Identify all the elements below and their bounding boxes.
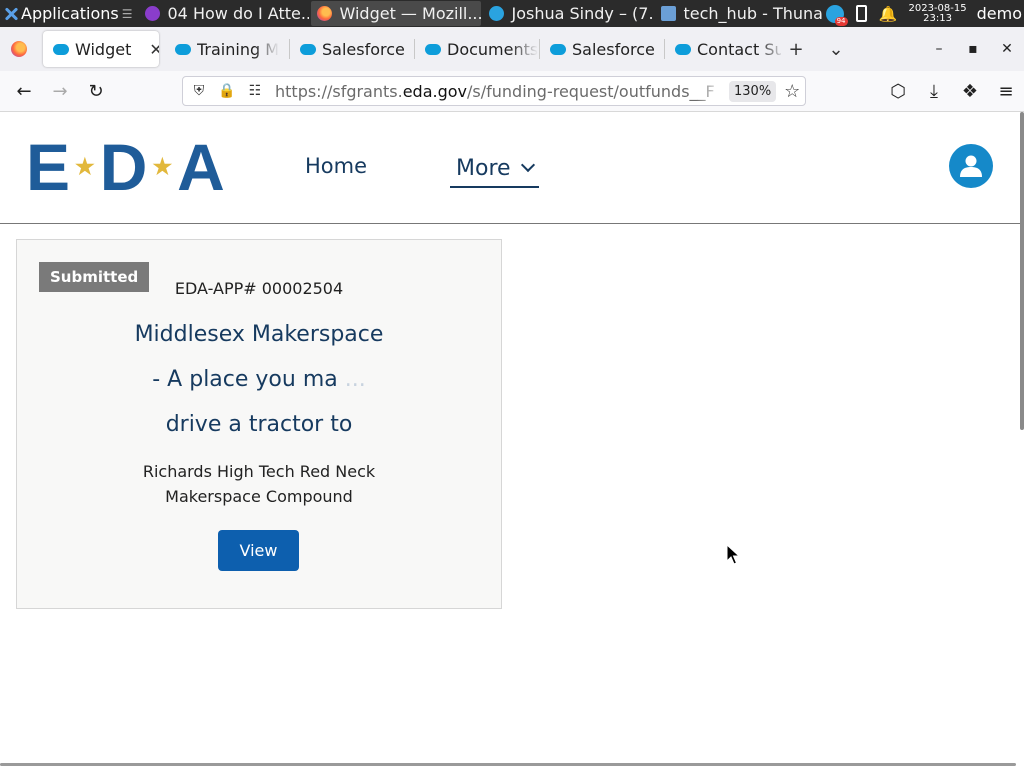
firefox-view-icon[interactable] bbox=[11, 41, 27, 57]
applications-label: Applications bbox=[21, 4, 119, 23]
site-header: E ★ D ★ A Home More bbox=[0, 112, 1020, 224]
lock-icon[interactable]: 🔒 bbox=[213, 83, 241, 99]
nav-home-link[interactable]: Home bbox=[305, 154, 367, 178]
application-number: EDA-APP# 00002504 bbox=[174, 279, 344, 298]
url-prefix: https://sfgrants. bbox=[275, 81, 403, 101]
taskbar-window-label: tech_hub - Thunar bbox=[683, 4, 823, 23]
forward-button[interactable]: → bbox=[42, 73, 78, 109]
notification-bell-icon[interactable]: 🔔 bbox=[879, 5, 898, 23]
taskbar-window-label: Joshua Sindy – (7... bbox=[511, 4, 653, 23]
project-title-line: - A place you ma ... bbox=[77, 357, 441, 402]
browser-toolbar: ← → ↻ ⛨ 🔒 ☷ https://sfgrants.eda.gov/s/f… bbox=[0, 71, 1024, 112]
new-tab-button[interactable]: + bbox=[781, 39, 811, 60]
applications-menu[interactable]: Applications ☰ bbox=[0, 0, 137, 27]
pocket-icon[interactable]: ⬡ bbox=[880, 74, 916, 110]
user-avatar-button[interactable] bbox=[949, 144, 993, 188]
list-all-tabs-button[interactable]: ⌄ bbox=[821, 39, 851, 60]
star-icon: ★ bbox=[75, 154, 95, 179]
reload-button[interactable]: ↻ bbox=[78, 73, 114, 109]
funding-request-card: Submitted EDA-APP# 00002504 Middlesex Ma… bbox=[16, 239, 502, 609]
tab-label: Contact Su bbox=[697, 39, 781, 59]
permissions-icon[interactable]: ☷ bbox=[241, 83, 269, 99]
toolbar-right: ⬡ ⤓ ❖ ≡ bbox=[880, 71, 1024, 112]
tab-label: Salesforce bbox=[322, 39, 405, 59]
folder-icon bbox=[660, 6, 676, 21]
system-tray: 94 🔔 2023-08-15 23:13 demo bbox=[820, 0, 1024, 27]
browser-tab-strip: Widget ✕ Training M Salesforce Documents… bbox=[0, 27, 1024, 71]
system-taskbar: Applications ☰ 04 How do I Atte... Widge… bbox=[0, 0, 1024, 27]
horizontal-scrollbar[interactable] bbox=[0, 763, 1016, 766]
close-window-icon[interactable]: ✕ bbox=[990, 41, 1024, 57]
tab-training[interactable]: Training M bbox=[165, 31, 289, 67]
close-tab-icon[interactable]: ✕ bbox=[149, 40, 159, 59]
nav-more-label: More bbox=[456, 155, 511, 181]
tab-documents[interactable]: Documents bbox=[415, 31, 539, 67]
menu-icon: ☰ bbox=[121, 6, 133, 21]
url-host: eda.gov bbox=[402, 81, 468, 101]
clock[interactable]: 2023-08-15 23:13 bbox=[908, 2, 967, 24]
tab-label: Salesforce bbox=[572, 39, 655, 59]
taskbar-window-telegram[interactable]: Joshua Sindy – (7... bbox=[483, 1, 653, 26]
nav-more-menu[interactable]: More bbox=[450, 150, 539, 188]
project-title-text: - A place you ma bbox=[152, 367, 338, 392]
organization-name-line: Makerspace Compound bbox=[165, 487, 353, 506]
xfce-logo-icon bbox=[4, 7, 18, 21]
tab-label: Documents bbox=[447, 39, 539, 59]
notification-count-badge: 94 bbox=[834, 16, 848, 26]
maximize-window-icon[interactable]: ▪ bbox=[956, 41, 990, 57]
downloads-icon[interactable]: ⤓ bbox=[916, 74, 952, 110]
tab-salesforce-1[interactable]: Salesforce bbox=[290, 31, 414, 67]
address-bar[interactable]: ⛨ 🔒 ☷ https://sfgrants.eda.gov/s/funding… bbox=[182, 76, 806, 106]
hamburger-menu-icon[interactable]: ≡ bbox=[988, 74, 1024, 110]
mouse-cursor-icon bbox=[726, 544, 740, 565]
zoom-level-button[interactable]: 130% bbox=[729, 80, 777, 102]
url-path: /s/funding-request/outfunds__F bbox=[467, 81, 715, 101]
extensions-icon[interactable]: ❖ bbox=[952, 74, 988, 110]
project-title: Middlesex Makerspace - A place you ma ..… bbox=[77, 312, 441, 447]
logo-letter-e: E bbox=[26, 130, 70, 204]
bookmark-star-icon[interactable]: ☆ bbox=[784, 81, 800, 102]
clock-date: 2023-08-15 bbox=[908, 2, 967, 14]
tab-label: Training M bbox=[197, 39, 280, 59]
telegram-icon bbox=[488, 6, 504, 21]
taskbar-window-label: 04 How do I Atte... bbox=[167, 4, 309, 23]
taskbar-window-thunar[interactable]: tech_hub - Thunar bbox=[655, 1, 823, 26]
salesforce-icon bbox=[550, 43, 566, 55]
tab-contact-support[interactable]: Contact Su bbox=[665, 31, 781, 67]
tab-salesforce-2[interactable]: Salesforce bbox=[540, 31, 664, 67]
telegram-tray-icon[interactable]: 94 bbox=[825, 4, 848, 26]
project-title-line: drive a tractor to bbox=[165, 412, 353, 437]
taskbar-window-label: Widget — Mozill... bbox=[339, 4, 481, 23]
view-button[interactable]: View bbox=[218, 530, 299, 571]
shield-icon[interactable]: ⛨ bbox=[185, 83, 213, 99]
logo-letter-d: D bbox=[99, 130, 148, 204]
user-icon bbox=[960, 155, 982, 177]
truncation-ellipsis: ... bbox=[344, 367, 366, 392]
chevron-down-icon bbox=[520, 157, 535, 173]
video-player-icon bbox=[144, 6, 160, 21]
organization-name: Richards High Tech Red Neck Makerspace C… bbox=[77, 459, 441, 509]
firefox-icon bbox=[316, 6, 332, 21]
tab-label: Widget bbox=[75, 39, 132, 59]
salesforce-icon bbox=[300, 43, 316, 55]
salesforce-icon bbox=[425, 43, 441, 55]
project-title-line: Middlesex Makerspace bbox=[134, 322, 384, 347]
salesforce-icon bbox=[675, 43, 691, 55]
clock-time: 23:13 bbox=[923, 12, 952, 24]
star-icon: ★ bbox=[152, 154, 172, 179]
salesforce-icon bbox=[175, 43, 191, 55]
battery-icon[interactable] bbox=[855, 5, 867, 22]
back-button[interactable]: ← bbox=[6, 73, 42, 109]
eda-logo[interactable]: E ★ D ★ A bbox=[26, 130, 246, 204]
minimize-window-icon[interactable]: – bbox=[922, 41, 956, 57]
salesforce-icon bbox=[53, 43, 69, 55]
logo-letter-a: A bbox=[177, 130, 225, 204]
taskbar-window-video[interactable]: 04 How do I Atte... bbox=[139, 1, 309, 26]
page-scrollbar[interactable] bbox=[1020, 112, 1024, 430]
user-name[interactable]: demo bbox=[977, 4, 1022, 23]
url-text[interactable]: https://sfgrants.eda.gov/s/funding-reque… bbox=[275, 82, 723, 101]
organization-name-line: Richards High Tech Red Neck bbox=[142, 462, 376, 481]
taskbar-window-firefox[interactable]: Widget — Mozill... bbox=[310, 1, 481, 26]
tab-widget[interactable]: Widget ✕ bbox=[43, 31, 159, 67]
